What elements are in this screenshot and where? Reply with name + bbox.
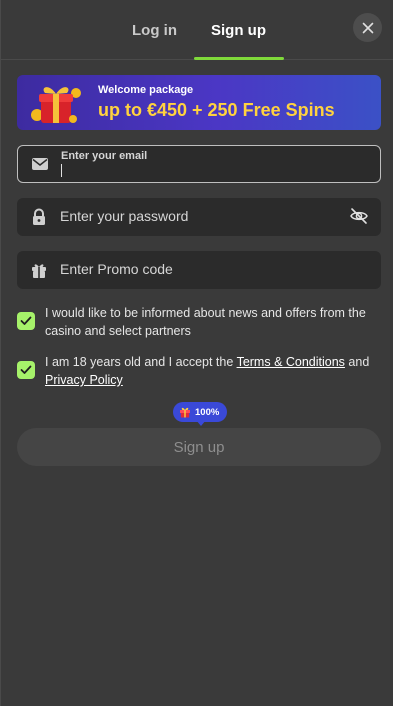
age-consent-middle: and xyxy=(344,355,370,369)
tab-signup[interactable]: Sign up xyxy=(211,22,266,39)
bonus-badge: 100% xyxy=(173,402,227,422)
tab-login[interactable]: Log in xyxy=(132,22,177,39)
banner-title: Welcome package xyxy=(98,84,194,96)
gift-box-icon xyxy=(31,87,81,123)
close-icon xyxy=(362,22,373,33)
news-consent-checkbox[interactable] xyxy=(17,312,35,330)
lock-icon xyxy=(33,208,45,225)
check-icon xyxy=(20,365,32,374)
bonus-badge-text: 100% xyxy=(195,406,220,418)
gift-icon xyxy=(32,264,46,278)
email-label: Enter your email xyxy=(61,150,148,162)
text-caret xyxy=(61,164,62,177)
auth-tabs: Log in Sign up xyxy=(1,0,393,60)
close-button[interactable] xyxy=(353,13,382,42)
envelope-icon xyxy=(32,158,48,170)
welcome-banner: Welcome package up to €450 + 250 Free Sp… xyxy=(17,75,381,130)
eye-off-icon[interactable] xyxy=(349,206,369,226)
signup-button[interactable]: Sign up xyxy=(17,428,381,466)
email-field[interactable]: Enter your email xyxy=(17,145,381,183)
active-tab-indicator xyxy=(194,57,284,60)
promo-code-field[interactable]: Enter Promo code xyxy=(17,251,381,289)
password-placeholder: Enter your password xyxy=(60,208,189,224)
terms-link[interactable]: Terms & Conditions xyxy=(237,355,345,369)
age-consent-prefix: I am 18 years old and I accept the xyxy=(45,355,237,369)
privacy-link[interactable]: Privacy Policy xyxy=(45,373,123,387)
check-icon xyxy=(20,316,32,325)
password-field[interactable]: Enter your password xyxy=(17,198,381,236)
age-consent-checkbox[interactable] xyxy=(17,361,35,379)
news-consent-text: I would like to be informed about news a… xyxy=(45,306,366,338)
age-consent-text: I am 18 years old and I accept the Terms… xyxy=(45,353,381,389)
bonus-badge-pointer xyxy=(196,420,206,426)
gift-icon xyxy=(180,407,190,418)
banner-offer: up to €450 + 250 Free Spins xyxy=(98,100,335,120)
signup-modal: Log in Sign up Welcome package up to €45… xyxy=(0,0,393,706)
promo-placeholder: Enter Promo code xyxy=(60,261,173,277)
